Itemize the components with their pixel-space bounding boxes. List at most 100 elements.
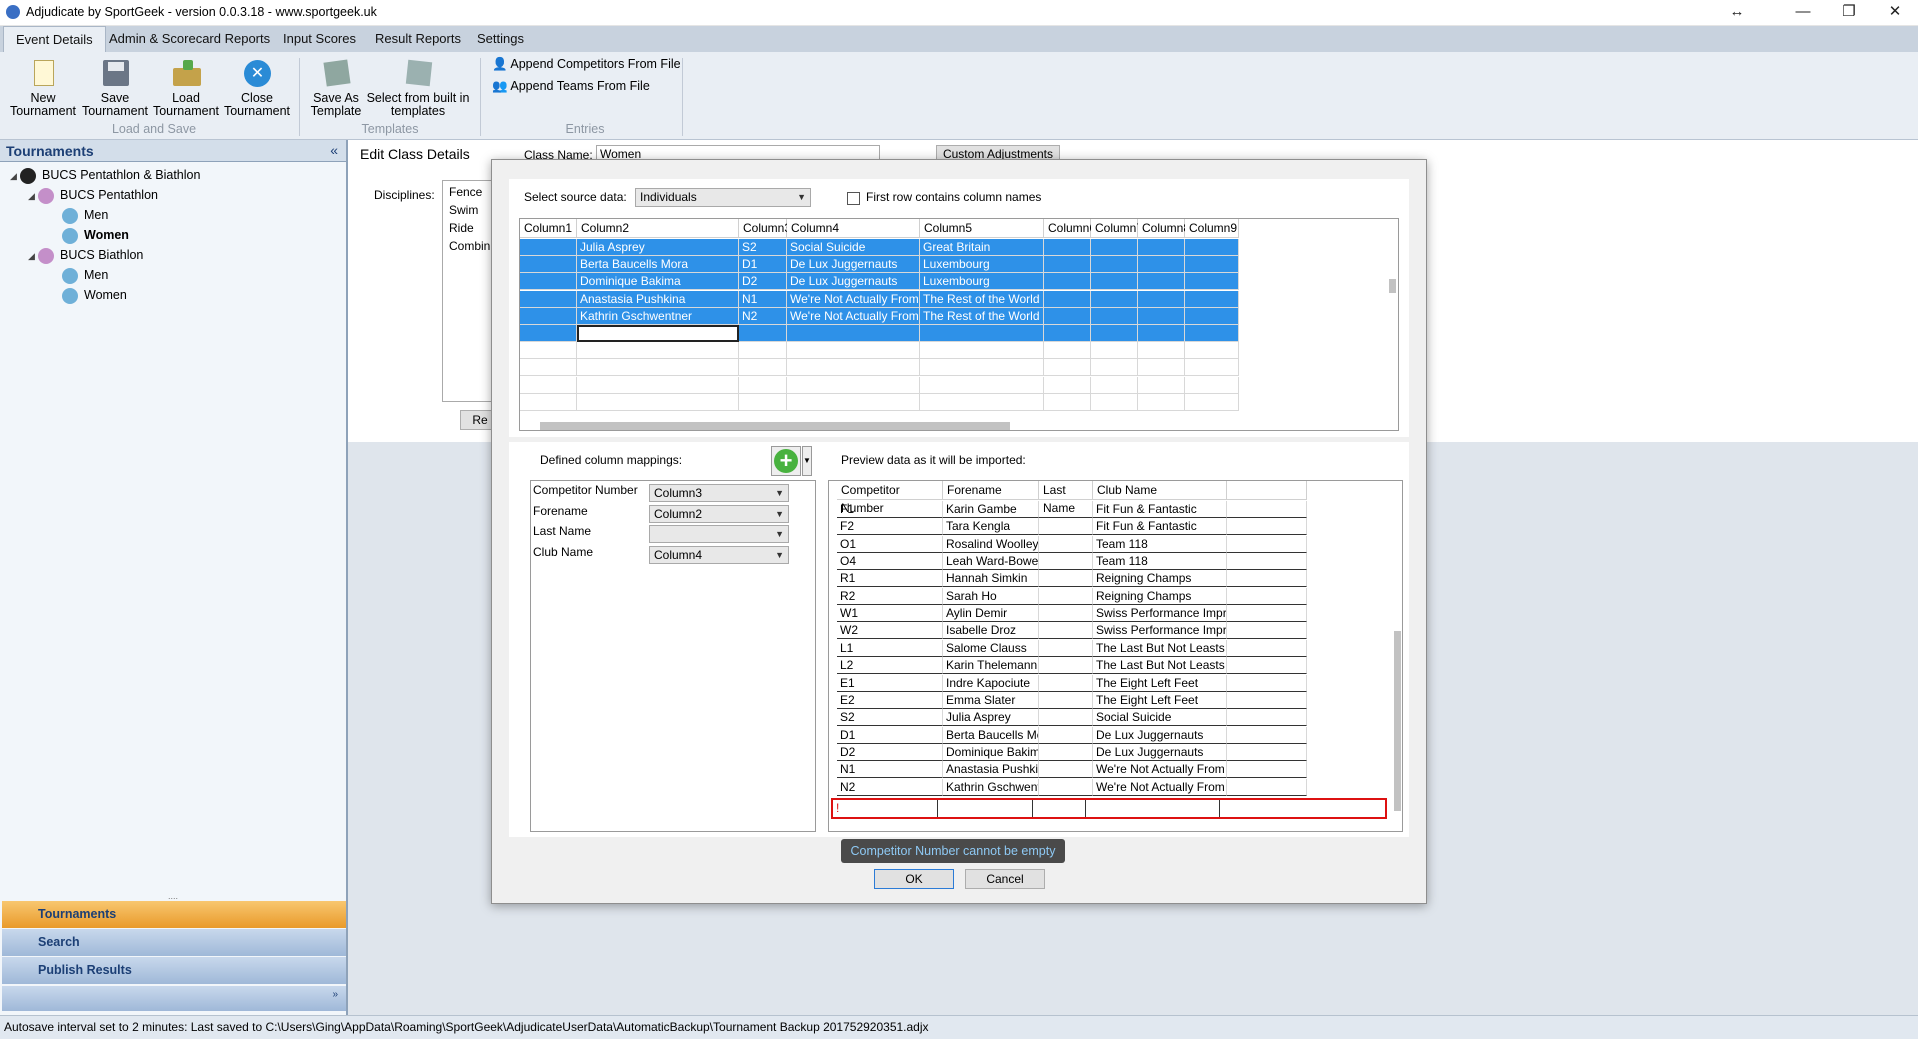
grid-cell[interactable] [520,359,577,377]
grid-cell[interactable] [1039,570,1093,588]
grid-cell[interactable]: Kathrin Gschwentner [577,307,739,325]
collapse-panel-button[interactable]: « [330,142,338,158]
nav-overflow-button[interactable]: » [332,989,338,1000]
grid-cell[interactable] [1044,376,1091,394]
grid-cell[interactable] [1091,256,1138,274]
grid-cell[interactable] [577,393,739,411]
minimize-button[interactable]: — [1780,0,1826,26]
close-tournament-button[interactable]: ✕ Close Tournament [222,58,292,118]
grid-cell[interactable] [1091,342,1138,360]
grid-cell[interactable]: The Rest of the World [920,290,1044,308]
mapping-column-select[interactable]: ▼ [649,525,789,543]
grid-cell[interactable]: Fit Fun & Fantastic [1093,501,1227,518]
select-builtin-templates-button[interactable]: Select from built in templates [364,58,472,118]
save-tournament-button[interactable]: Save Tournament [80,58,150,118]
grid-cell[interactable] [1091,273,1138,291]
grid-column-header[interactable]: Forename [943,481,1039,500]
grid-cell[interactable] [1044,290,1091,308]
grid-cell[interactable] [1039,657,1093,675]
grid-cell[interactable]: Aylin Demir [943,605,1039,623]
discipline-item[interactable]: Ride [449,219,497,237]
discipline-item[interactable]: Swim [449,201,497,219]
grid-cell[interactable]: De Lux Juggernauts [1093,743,1227,761]
first-row-checkbox[interactable] [847,192,860,205]
grid-cell[interactable] [1185,359,1239,377]
grid-cell[interactable]: R1 [837,570,943,588]
tree-node-pentathlon-women[interactable]: Women [10,225,340,245]
grid-cell[interactable] [1227,761,1307,779]
grid-cell[interactable]: The Rest of the World [920,307,1044,325]
grid-cell[interactable] [1138,359,1185,377]
grid-cell[interactable] [1039,587,1093,605]
grid-cell[interactable] [1039,639,1093,657]
grid-cell[interactable]: Julia Asprey [943,709,1039,727]
grid-cell[interactable] [739,325,787,342]
grid-column-header[interactable]: Column6 [1044,219,1096,238]
resize-icon[interactable]: ↔ [1714,0,1760,26]
tab-settings[interactable]: Settings [465,26,536,52]
grid-cell[interactable]: Great Britain [920,239,1044,256]
grid-cell[interactable] [1185,325,1239,342]
grid-cell[interactable]: We're Not Actually From Here [787,290,920,308]
grid-cell[interactable] [1039,605,1093,623]
grid-cell[interactable] [1044,256,1091,274]
grid-cell[interactable] [1091,239,1138,256]
grid-cell[interactable]: Karin Gambe [943,501,1039,518]
grid-cell[interactable]: Kathrin Gschwentner [943,778,1039,796]
grid-cell[interactable] [1039,518,1093,536]
grid-cell[interactable] [1185,393,1239,411]
preview-data-grid[interactable]: Competitor Number Forename Last Name Club N… [828,480,1403,832]
grid-column-header[interactable]: Column4 [787,219,920,238]
grid-cell[interactable] [520,239,577,256]
grid-cell[interactable] [520,256,577,274]
grid-cell[interactable] [1091,325,1138,342]
grid-cell[interactable]: Leah Ward-Bower [943,553,1039,571]
grid-cell[interactable]: R2 [837,587,943,605]
tree-node-biathlon-men[interactable]: Men [10,265,340,285]
grid-cell[interactable]: Fit Fun & Fantastic [1093,518,1227,536]
grid-cell[interactable]: Anastasia Pushkina [943,761,1039,779]
grid-cell[interactable]: N1 [837,761,943,779]
tree-node-bucs-pentathlon-biathlon[interactable]: ◢ BUCS Pentathlon & Biathlon [10,165,340,185]
source-data-select[interactable]: Individuals ▼ [635,188,811,207]
grid-cell[interactable] [739,393,787,411]
grid-column-header[interactable] [1227,481,1307,500]
grid-cell[interactable] [1044,273,1091,291]
grid-cell[interactable]: The Last But Not Leasts [1093,657,1227,675]
expand-arrow-icon[interactable]: ◢ [10,166,20,186]
grid-cell[interactable] [1227,570,1307,588]
grid-cell[interactable]: O4 [837,553,943,571]
grid-cell[interactable]: S2 [739,239,787,256]
tree-node-bucs-biathlon[interactable]: ◢ BUCS Biathlon [10,245,340,265]
grid-cell[interactable] [1039,535,1093,553]
grid-column-header[interactable]: Column2 [577,219,739,238]
grid-cell[interactable]: The Last But Not Leasts [1093,639,1227,657]
grid-cell[interactable]: N2 [739,307,787,325]
grid-cell[interactable] [787,325,920,342]
grid-column-header[interactable]: Last Name [1039,481,1093,515]
tree-node-bucs-pentathlon[interactable]: ◢ BUCS Pentathlon [10,185,340,205]
grid-cell[interactable] [577,342,739,360]
nav-search-button[interactable]: Search [2,929,346,956]
grid-cell[interactable] [1039,674,1093,692]
grid-cell[interactable] [920,359,1044,377]
grid-cell[interactable]: L2 [837,657,943,675]
grid-cell[interactable] [577,359,739,377]
discipline-item[interactable]: Fence [449,183,497,201]
grid-cell[interactable]: W1 [837,605,943,623]
grid-cell[interactable] [1044,342,1091,360]
tab-admin-scorecard-reports[interactable]: Admin & Scorecard Reports [97,26,282,52]
grid-cell[interactable]: We're Not Actually From Here [1093,761,1227,779]
grid-cell[interactable] [739,376,787,394]
grid-cell[interactable] [1039,761,1093,779]
grid-cell[interactable] [787,376,920,394]
grid-column-header[interactable]: Column3 [739,219,791,238]
disciplines-list[interactable]: Fence Swim Ride Combin [442,180,498,402]
grid-cell[interactable] [1185,273,1239,291]
grid-cell[interactable] [1138,239,1185,256]
grid-cell[interactable] [1039,691,1093,709]
grid-cell[interactable]: The Eight Left Feet [1093,674,1227,692]
grid-cell[interactable]: Rosalind Woolley [943,535,1039,553]
grid-cell[interactable] [1138,307,1185,325]
grid-cell[interactable] [1227,657,1307,675]
